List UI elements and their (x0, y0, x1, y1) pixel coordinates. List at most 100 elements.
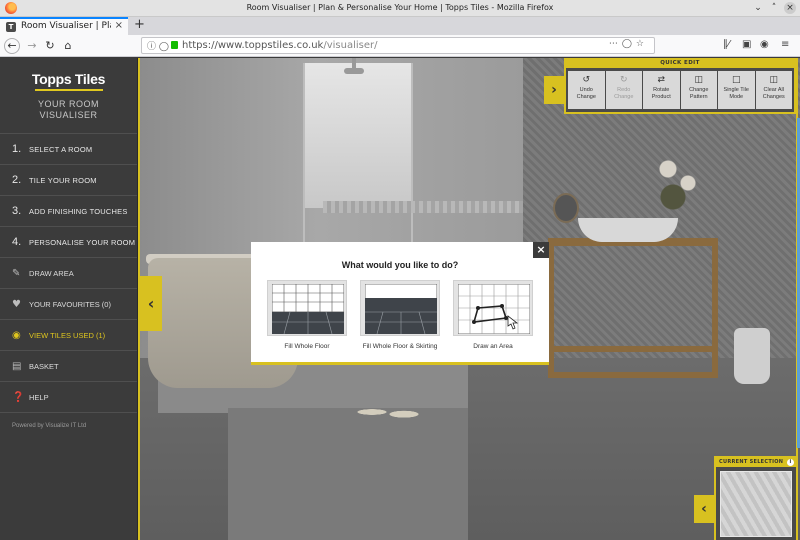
button-label: Single Tile Mode (723, 87, 749, 100)
fill-floor-skirting-icon (360, 280, 440, 336)
sidebar: Topps Tiles YOUR ROOM VISUALISER 1. SELE… (0, 58, 138, 540)
url-bar[interactable]: ⓘ ◯ https://www.toppstiles.co.uk/visuali… (141, 37, 655, 54)
undo-change-button[interactable]: ↺ Undo Change (568, 71, 605, 109)
site-favicon-icon: T (6, 22, 16, 32)
basket-icon: ▤ (12, 360, 22, 372)
rotate-icon: ⇄ (657, 75, 666, 85)
menu-favourites[interactable]: ♥ YOUR FAVOURITES (0) (0, 289, 137, 320)
help-icon: ❓ (12, 391, 25, 403)
current-selection-header: CURRENT SELECTION i (716, 458, 796, 467)
step-label: PERSONALISE YOUR ROOM (29, 237, 136, 247)
vanity-unit (548, 238, 718, 378)
button-label: Clear All Changes (762, 87, 785, 100)
selected-tile-swatch[interactable] (720, 471, 792, 537)
option-label: Fill Whole Floor & Skirting (362, 343, 438, 350)
reload-icon[interactable]: ↻ (42, 38, 58, 54)
eye-icon: ◉ (12, 329, 21, 341)
basin (578, 218, 678, 242)
button-label: Rotate Product (651, 87, 671, 100)
option-fill-floor-skirting[interactable]: Fill Whole Floor & Skirting (360, 280, 440, 350)
lock-icon (171, 41, 178, 49)
pattern-icon: ◫ (694, 75, 703, 85)
option-fill-whole-floor[interactable]: Fill Whole Floor (267, 280, 347, 350)
slippers (348, 401, 428, 423)
library-icon[interactable]: ∥⁄ (723, 39, 730, 50)
menu-label: BASKET (29, 361, 59, 371)
powered-by: Powered by Visualize IT Ltd (12, 423, 87, 429)
modal-title: What would you like to do? (341, 260, 459, 270)
account-icon[interactable]: ◉ (760, 39, 769, 50)
visualiser-subtitle-1: YOUR ROOM (37, 99, 99, 109)
mirror (553, 193, 579, 223)
shower-head (344, 68, 364, 74)
current-selection-toggle[interactable]: ‹ (694, 495, 714, 523)
maximize-icon[interactable]: ˄ (768, 2, 780, 14)
clear-all-changes-button[interactable]: ◫ Clear All Changes (755, 71, 792, 109)
sidebar-collapse-toggle[interactable]: ‹ (140, 276, 162, 331)
option-draw-area[interactable]: Draw an Area (453, 280, 533, 350)
info-icon[interactable]: i (787, 459, 794, 466)
menu-label: YOUR FAVOURITES (0) (29, 299, 111, 309)
page-actions-icon[interactable]: ⋯◯☆ (609, 39, 648, 49)
jug (734, 328, 770, 384)
menu-label: DRAW AREA (29, 268, 74, 278)
close-window-icon[interactable]: × (784, 2, 796, 14)
button-label: Undo Change (576, 87, 596, 100)
step-number: 3. (12, 205, 22, 217)
back-icon[interactable]: ← (4, 38, 20, 54)
redo-icon: ↻ (619, 75, 628, 85)
navigation-bar: ← → ↻ ⌂ ⓘ ◯ https://www.toppstiles.co.uk… (0, 35, 800, 57)
sidebar-toggle-icon[interactable]: ▣ (742, 39, 751, 50)
tab-strip: T Room Visualiser | Pla × + (0, 17, 800, 35)
quick-edit-title: QUICK EDIT (566, 58, 794, 68)
feature-tile-strip (323, 201, 523, 213)
menu-view-tiles-used[interactable]: ◉ VIEW TILES USED (1) (0, 320, 137, 351)
draw-area-icon (453, 280, 533, 336)
redo-change-button[interactable]: ↻ Redo Change (605, 71, 642, 109)
menu-help[interactable]: ❓ HELP (0, 382, 137, 413)
step-label: ADD FINISHING TOUCHES (29, 206, 128, 216)
menu-basket[interactable]: ▤ BASKET (0, 351, 137, 382)
visualiser-subtitle-2: VISUALISER (39, 110, 98, 120)
current-selection-title: CURRENT SELECTION (719, 459, 784, 465)
minimize-icon[interactable]: ⌄ (752, 2, 764, 14)
vanity-shelf (548, 346, 718, 352)
window-titlebar: Room Visualiser | Plan & Personalise You… (0, 0, 800, 17)
info-shield-icon[interactable]: ⓘ ◯ (147, 39, 169, 52)
heart-icon: ♥ (12, 298, 21, 310)
button-label: Redo Change (614, 87, 634, 100)
home-icon[interactable]: ⌂ (60, 38, 76, 54)
quick-edit-toggle[interactable]: › (544, 76, 564, 104)
fill-floor-icon (267, 280, 347, 336)
step-finishing-touches[interactable]: 3. ADD FINISHING TOUCHES (0, 196, 137, 227)
tab-title: Room Visualiser | Pla (21, 21, 111, 31)
clear-icon: ◫ (769, 75, 778, 85)
current-selection-panel: CURRENT SELECTION i (714, 456, 798, 540)
new-tab-icon[interactable]: + (134, 17, 145, 32)
option-label: Draw an Area (473, 343, 513, 350)
single-tile-mode-button[interactable]: □ Single Tile Mode (718, 71, 755, 109)
rotate-product-button[interactable]: ⇄ Rotate Product (643, 71, 680, 109)
change-pattern-button[interactable]: ◫ Change Pattern (680, 71, 717, 109)
step-personalise-room[interactable]: 4. PERSONALISE YOUR ROOM (0, 227, 137, 258)
brand-block: Topps Tiles YOUR ROOM VISUALISER (0, 58, 137, 134)
menu-draw-area[interactable]: ✎ DRAW AREA (0, 258, 137, 289)
button-label: Change Pattern (689, 87, 709, 100)
url-text: https://www.toppstiles.co.uk/visualiser/ (182, 40, 378, 51)
menu-icon[interactable]: ≡ (781, 39, 789, 50)
close-icon[interactable]: × (533, 242, 549, 258)
orchid-plant (653, 148, 703, 218)
browser-tab[interactable]: T Room Visualiser | Pla × (0, 17, 128, 35)
step-number: 1. (12, 143, 22, 155)
topps-tiles-logo[interactable]: Topps Tiles (0, 71, 137, 87)
step-tile-room[interactable]: 2. TILE YOUR ROOM (0, 165, 137, 196)
window-title: Room Visualiser | Plan & Personalise You… (246, 3, 554, 12)
pencil-icon: ✎ (12, 267, 21, 279)
menu-label: HELP (29, 392, 49, 402)
forward-icon[interactable]: → (24, 38, 40, 54)
undo-icon: ↺ (582, 75, 591, 85)
step-select-room[interactable]: 1. SELECT A ROOM (0, 134, 137, 165)
logo-underline (34, 89, 103, 91)
quick-edit-panel: QUICK EDIT ↺ Undo Change ↻ Redo Change ⇄ R… (564, 58, 796, 114)
close-tab-icon[interactable]: × (115, 20, 123, 31)
